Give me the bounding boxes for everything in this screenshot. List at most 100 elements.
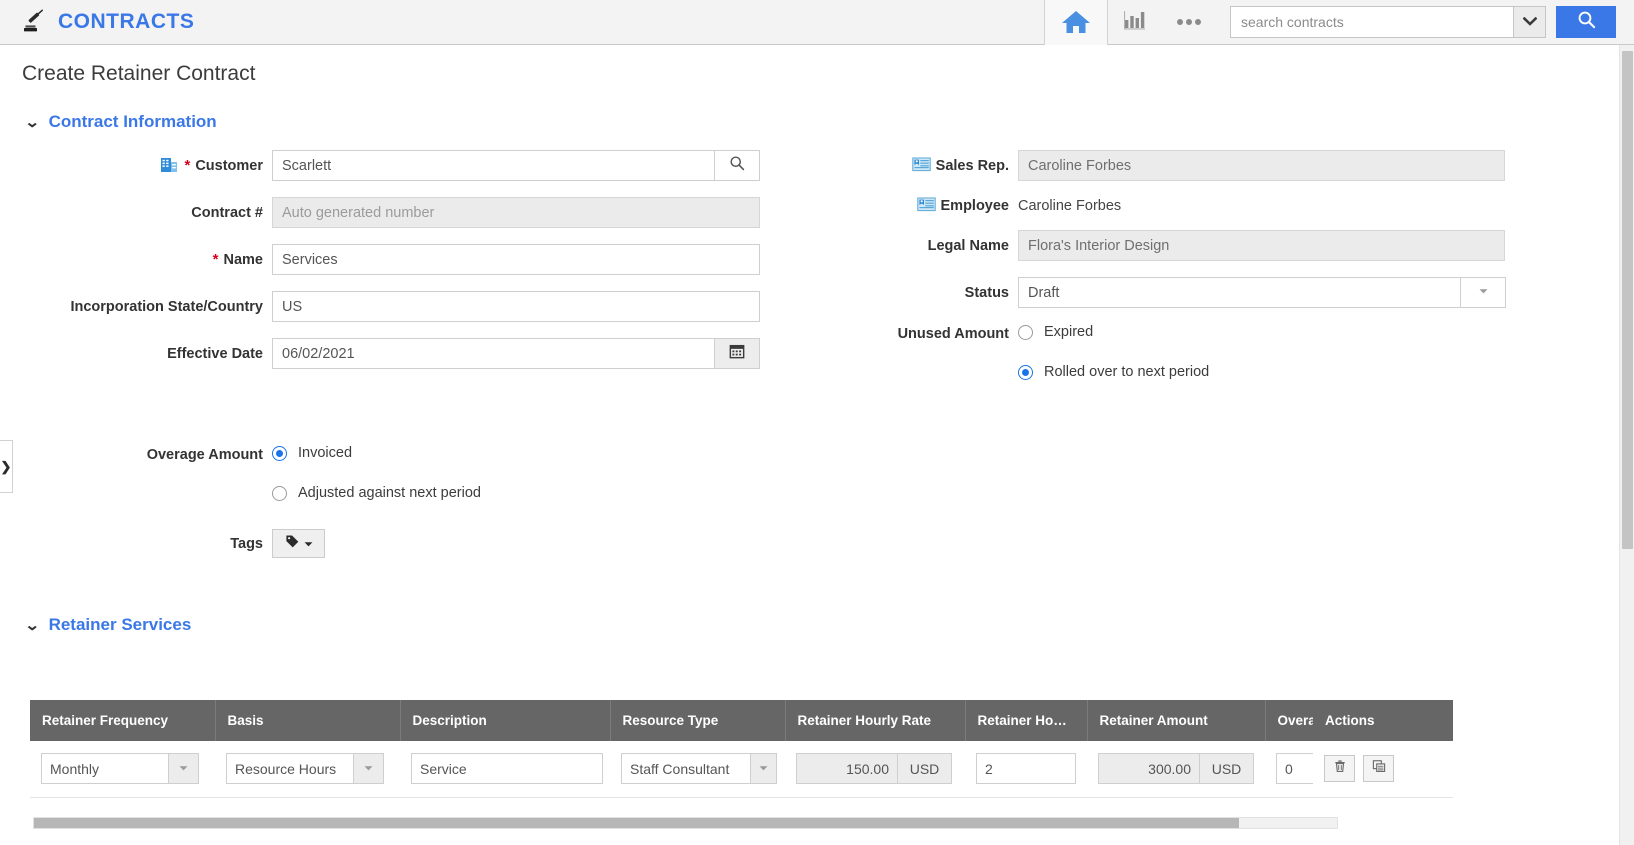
status-input[interactable] (1018, 277, 1461, 308)
tags-button[interactable] (272, 529, 325, 558)
status-dropdown-button[interactable] (1461, 277, 1506, 308)
label-text: Employee (940, 197, 1010, 214)
search-scope-dropdown[interactable] (1513, 6, 1546, 38)
retainer-hours-input[interactable] (976, 753, 1076, 785)
column-header-overage[interactable]: Overag (1265, 700, 1313, 741)
chevron-right-icon: ❯ (0, 458, 12, 474)
top-bar: CONTRACTS (0, 0, 1634, 45)
chevron-down-icon: ⌄ (24, 113, 41, 131)
column-header-retainer-hourly-rate[interactable]: Retainer Hourly Rate (785, 700, 966, 741)
legal-name-input[interactable] (1018, 230, 1505, 261)
field-unused-amount: Unused Amount Expired Rolled over to nex… (790, 324, 1550, 388)
field-contract-number: Contract # (0, 197, 790, 228)
page-vertical-scrollbar[interactable] (1619, 45, 1634, 845)
label-text: Name (223, 251, 264, 268)
page-content: Create Retainer Contract ⌄ Contract Info… (0, 45, 1560, 845)
field-label: Legal Name (790, 238, 1018, 254)
delete-row-button[interactable] (1324, 755, 1355, 783)
chevron-down-icon (1522, 13, 1537, 31)
column-header-retainer-frequency[interactable]: Retainer Frequency (30, 700, 216, 741)
label-text: Contract # (191, 204, 263, 221)
field-tags: Tags (0, 529, 790, 558)
radio-option-invoiced[interactable]: Invoiced (272, 445, 481, 461)
radio-button[interactable] (272, 445, 287, 461)
bar-chart-icon (1122, 8, 1148, 37)
column-header-resource-type[interactable]: Resource Type (610, 700, 786, 741)
incorporation-input[interactable] (272, 291, 760, 322)
cell-retainer-amount: USD (1087, 741, 1265, 798)
cell-retainer-frequency (30, 741, 215, 798)
section-title: Contract Information (48, 112, 217, 131)
label-text: Tags (230, 535, 263, 552)
radio-label: Expired (1044, 324, 1094, 340)
table-header-row: Retainer Frequency Basis Description Res… (30, 700, 1453, 741)
gavel-icon (22, 9, 48, 35)
retainer-frequency-input[interactable] (41, 753, 169, 785)
more-dots-icon (1195, 19, 1201, 25)
reports-button[interactable] (1108, 0, 1162, 45)
unused-amount-radio-group: Expired Rolled over to next period (1018, 324, 1209, 388)
retainer-services-table: Retainer Frequency Basis Description Res… (30, 700, 1453, 798)
column-header-actions[interactable]: Actions (1313, 700, 1453, 741)
field-label: Incorporation State/Country (0, 299, 272, 315)
radio-option-adjusted-next-period[interactable]: Adjusted against next period (272, 485, 481, 501)
label-text: Overage Amount (146, 447, 263, 463)
scrollbar-thumb[interactable] (34, 818, 1239, 828)
search-area (1230, 6, 1634, 38)
name-input[interactable] (272, 244, 760, 275)
contract-information-form: * Customer C (0, 150, 1560, 650)
radio-button[interactable] (272, 485, 287, 501)
contract-number-input[interactable] (272, 197, 760, 228)
table-horizontal-scrollbar[interactable] (33, 817, 1338, 829)
more-options-button[interactable] (1162, 0, 1216, 45)
retainer-amount-input[interactable] (1098, 753, 1200, 785)
sales-rep-input[interactable] (1018, 150, 1505, 181)
retainer-services-section-header[interactable]: ⌄ Retainer Services (24, 615, 191, 635)
effective-date-picker-button[interactable] (715, 338, 760, 369)
description-input[interactable] (411, 753, 603, 785)
cell-actions (1313, 741, 1453, 798)
basis-input[interactable] (226, 753, 354, 785)
radio-option-rolled-over[interactable]: Rolled over to next period (1018, 364, 1209, 380)
field-sales-rep: Sales Rep. (790, 150, 1550, 181)
field-name: * Name (0, 244, 790, 275)
customer-lookup-button[interactable] (715, 150, 760, 181)
search-icon (729, 155, 745, 176)
column-header-retainer-hours[interactable]: Retainer Ho… (965, 700, 1088, 741)
resource-type-dropdown-button[interactable] (751, 753, 777, 785)
search-icon (1577, 10, 1596, 34)
cell-description (400, 741, 610, 798)
field-label: Effective Date (0, 346, 272, 362)
cell-retainer-hours (965, 741, 1087, 798)
scrollbar-thumb[interactable] (1622, 51, 1633, 549)
label-text: Customer (195, 157, 263, 174)
duplicate-row-button[interactable] (1363, 755, 1394, 783)
brand-title: CONTRACTS (58, 10, 195, 33)
column-header-description[interactable]: Description (400, 700, 611, 741)
column-header-retainer-amount[interactable]: Retainer Amount (1087, 700, 1266, 741)
side-panel-toggle[interactable]: ❯ (0, 440, 13, 493)
label-text: Sales Rep. (935, 157, 1009, 174)
home-button[interactable] (1045, 0, 1107, 45)
radio-button[interactable] (1018, 324, 1033, 340)
radio-button[interactable] (1018, 364, 1033, 380)
page-title: Create Retainer Contract (22, 62, 256, 85)
customer-input[interactable] (272, 150, 715, 181)
effective-date-input[interactable] (272, 338, 715, 369)
contract-information-section-header[interactable]: ⌄ Contract Information (24, 112, 1560, 132)
retainer-frequency-dropdown-button[interactable] (169, 753, 199, 785)
field-label: * Customer (0, 157, 272, 174)
radio-option-expired[interactable]: Expired (1018, 324, 1209, 340)
search-input[interactable] (1230, 6, 1513, 38)
field-label: Status (790, 285, 1018, 301)
brand[interactable]: CONTRACTS (0, 9, 194, 35)
resource-type-input[interactable] (621, 753, 751, 785)
column-header-basis[interactable]: Basis (215, 700, 401, 741)
caret-down-icon (304, 535, 313, 553)
field-label: Employee (790, 197, 1018, 214)
retainer-hourly-rate-input[interactable] (796, 753, 898, 785)
overage-input[interactable] (1276, 753, 1313, 785)
search-button[interactable] (1556, 6, 1616, 38)
basis-dropdown-button[interactable] (354, 753, 384, 785)
label-text: Status (964, 284, 1009, 301)
